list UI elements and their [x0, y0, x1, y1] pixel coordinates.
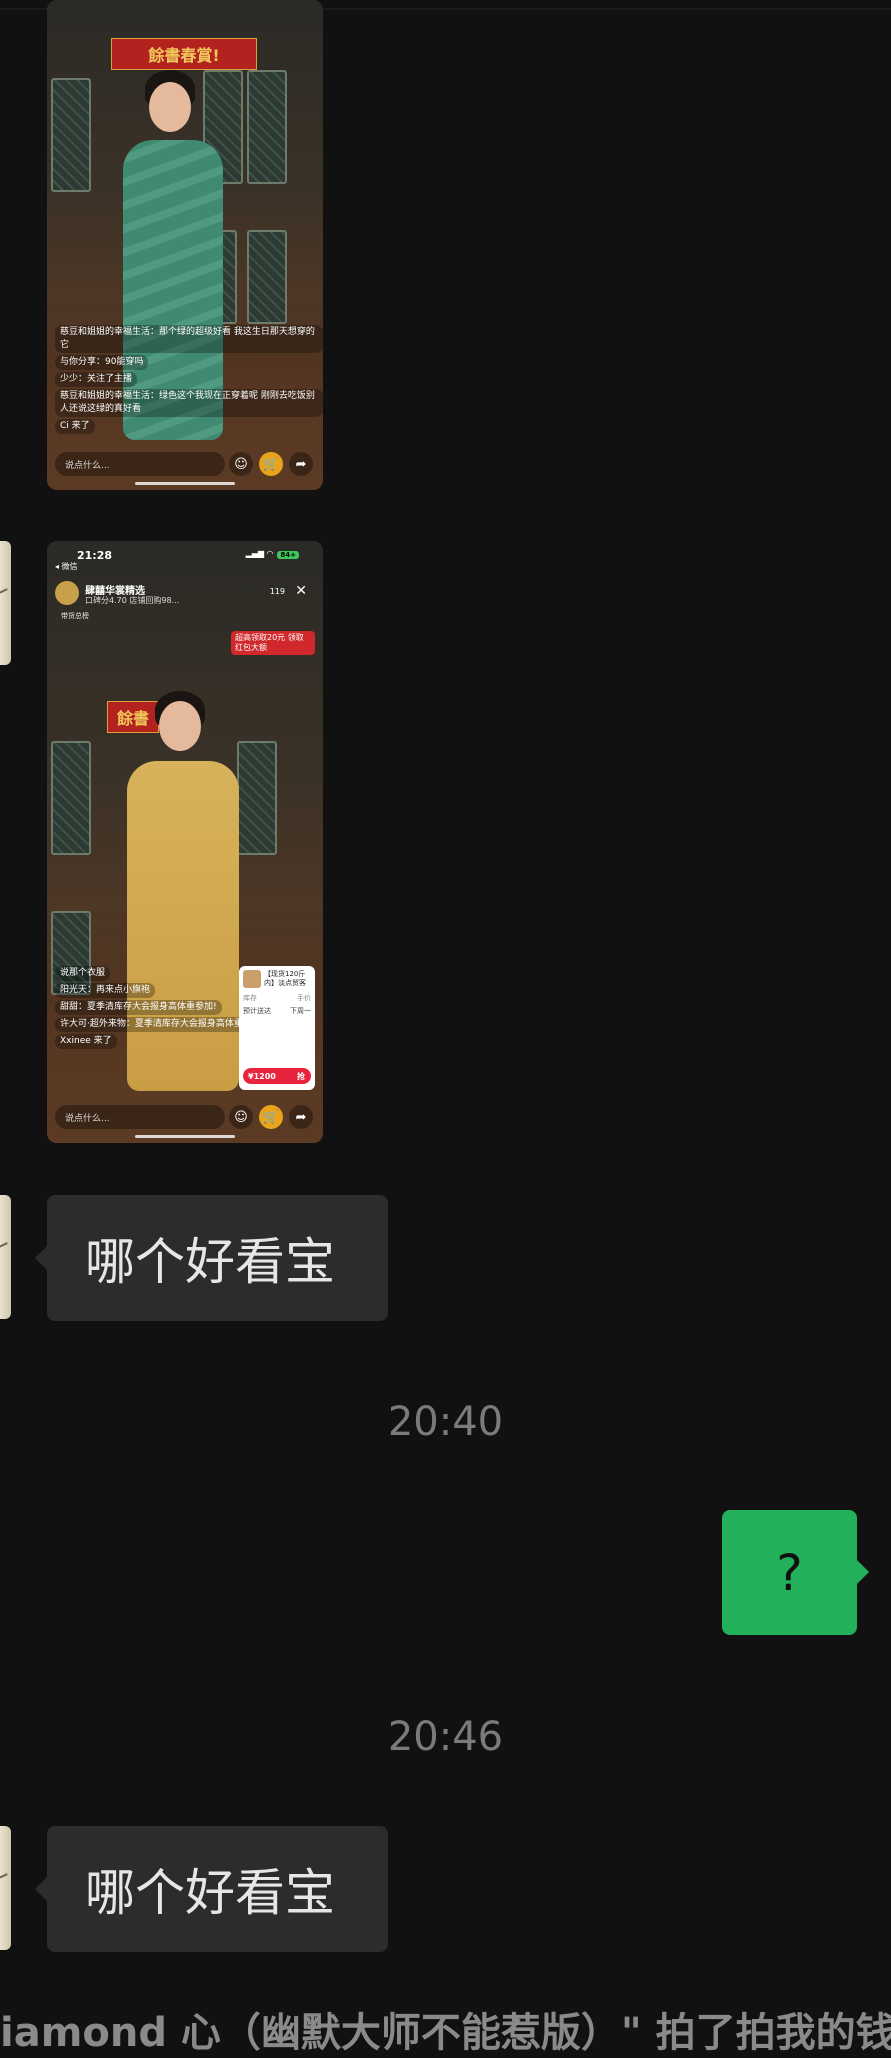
product-meta: 手价 — [297, 994, 311, 1002]
share-icon: ➦ — [289, 1105, 313, 1129]
phone-status-bar: 21:28 ◂ 微信 ▂▄▆ ◠ 84+ — [47, 541, 323, 571]
live-comment-input: 说点什么... — [55, 1105, 225, 1129]
live-comment: Ci 来了 — [55, 419, 95, 434]
share-icon: ➦ — [289, 452, 313, 476]
live-comment: Xxinee 来了 — [55, 1034, 117, 1049]
home-indicator — [135, 1135, 235, 1138]
lattice-window — [247, 70, 287, 184]
sender-avatar[interactable] — [0, 1195, 11, 1319]
product-card: 【现货120斤内】淡点贸客 库存 手价 预计送达 下周一 ¥1200 抢 — [239, 966, 315, 1090]
live-comment: 说那个衣服 — [55, 966, 111, 981]
live-comment-input: 说点什么... — [55, 452, 225, 476]
product-delivery-date: 下周一 — [290, 1007, 311, 1015]
product-meta: 库存 — [243, 994, 257, 1002]
sender-avatar[interactable] — [0, 541, 11, 665]
pat-system-message: iamond 心（幽默大师不能惹版）" 拍了拍我的钱 — [0, 2010, 891, 2056]
signal-icon: ▂▄▆ ◠ — [245, 549, 273, 558]
status-time: 21:28 — [77, 549, 113, 562]
close-icon: ✕ — [295, 583, 307, 599]
emoji-icon: ☺ — [229, 452, 253, 476]
lattice-window — [51, 741, 91, 855]
product-price-button: ¥1200 抢 — [243, 1068, 311, 1084]
viewer-count: 119 — [269, 587, 285, 596]
lattice-window — [247, 230, 287, 324]
live-comments-1: 慈豆和姐姐的幸福生活：那个绿的超级好看 我这生日那天想穿的它 与你分享：90能穿… — [55, 325, 323, 436]
chat-timestamp: 20:46 — [387, 1714, 504, 1760]
buy-label: 抢 — [297, 1071, 305, 1081]
product-title: 【现货120斤内】淡点贸客 — [264, 970, 306, 987]
image-message-2[interactable]: 21:28 ◂ 微信 ▂▄▆ ◠ 84+ 肆囍华裳精选 口碑分4.70 店铺回购… — [47, 541, 323, 1143]
lattice-window — [237, 741, 277, 855]
chat-timestamp: 20:40 — [387, 1399, 504, 1445]
shopping-cart-icon: 🛒 — [259, 452, 283, 476]
home-indicator — [135, 482, 235, 485]
live-comment: 慈豆和姐姐的幸福生活：绿色这个我现在正穿着呢 刚刚去吃饭别人还说这绿的真好看 — [55, 389, 323, 417]
battery-indicator: 84+ — [277, 551, 299, 559]
product-delivery: 预计送达 — [243, 1007, 271, 1015]
incoming-text-bubble[interactable]: 哪个好看宝 — [35, 1195, 388, 1321]
live-shop-header: 肆囍华裳精选 口碑分4.70 店铺回购98... 119 ✕ — [55, 581, 315, 607]
product-price: ¥1200 — [248, 1071, 276, 1081]
shop-banner-2: 餘書 — [107, 701, 159, 733]
live-comment: 慈豆和姐姐的幸福生活：那个绿的超级好看 我这生日那天想穿的它 — [55, 325, 323, 353]
live-comment: 甜甜：夏季清库存大会报身高体重参加! — [55, 1000, 222, 1015]
emoji-icon: ☺ — [229, 1105, 253, 1129]
live-comment: 少少：关注了主播 — [55, 372, 138, 387]
outgoing-text-bubble[interactable]: ? — [722, 1510, 869, 1635]
incoming-text-bubble[interactable]: 哪个好看宝 — [35, 1826, 388, 1952]
coupon-badge: 超高领取20元 领取红包大额 — [231, 631, 315, 655]
live-comment: 许大可·超外来物：夏季清库存大会报身高体重参加! — [55, 1017, 270, 1032]
lattice-window — [51, 78, 91, 192]
back-to-wechat: ◂ 微信 — [55, 562, 78, 571]
shopping-cart-icon: 🛒 — [259, 1105, 283, 1129]
sender-avatar[interactable] — [0, 1826, 11, 1950]
shop-rating: 口碑分4.70 店铺回购98... — [85, 596, 180, 605]
image-message-1[interactable]: 餘書春賞! 慈豆和姐姐的幸福生活：那个绿的超级好看 我这生日那天想穿的它 与你分… — [47, 0, 323, 490]
rank-label: 带货总榜 — [61, 612, 89, 620]
live-comments-2: 说那个衣服 阳光天：再来点小旗袍 甜甜：夏季清库存大会报身高体重参加! 许大可·… — [55, 966, 270, 1051]
live-comment: 阳光天：再来点小旗袍 — [55, 983, 156, 998]
shop-logo — [55, 581, 79, 605]
live-comment: 与你分享：90能穿吗 — [55, 355, 149, 370]
shop-banner-1: 餘書春賞! — [111, 38, 257, 70]
product-thumbnail — [243, 970, 261, 988]
